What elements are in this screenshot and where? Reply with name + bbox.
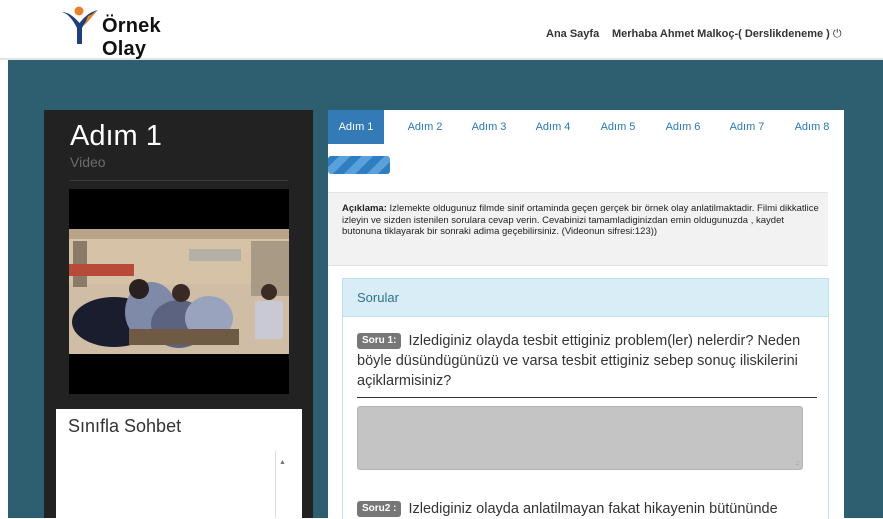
questions-heading: Sorular (357, 290, 399, 305)
top-navbar: Örnek Olay Ana Sayfa Merhaba Ahmet Malko… (0, 0, 883, 60)
question-2-badge: Soru2 : (357, 501, 402, 517)
question-1: Soru 1: Izlediginiz olayda tesbit ettigi… (357, 331, 822, 391)
tab-step-6[interactable]: Adım 6 (654, 110, 712, 144)
tab-step-2[interactable]: Adım 2 (396, 110, 454, 144)
logo-text: Örnek Olay (102, 15, 161, 60)
tab-step-8[interactable]: Adım 8 (783, 110, 841, 144)
video-player[interactable] (69, 189, 289, 394)
class-chat-panel: Sınıfla Sohbet ▲ (56, 409, 302, 518)
chat-title: Sınıfla Sohbet (68, 416, 182, 436)
description-body: Izlemekte oldugunuz filmde sinif ortamin… (342, 203, 819, 238)
nav-home-link[interactable]: Ana Sayfa (546, 28, 599, 40)
logo-figure-icon (62, 6, 98, 44)
answer-1-textarea[interactable]: .: (357, 406, 803, 470)
scroll-up-icon[interactable]: ▲ (279, 459, 286, 466)
questions-header: Sorular (343, 279, 828, 317)
title-divider (70, 180, 288, 181)
tab-step-5[interactable]: Adım 5 (589, 110, 647, 144)
tab-step-4[interactable]: Adım 4 (524, 110, 582, 144)
greeting-text: Merhaba Ahmet Malkoç-( Derslikdeneme ) (612, 28, 830, 40)
description-box: Açıklama: Izlemekte oldugunuz filmde sin… (328, 192, 828, 266)
question-1-badge: Soru 1: (357, 333, 402, 349)
power-icon[interactable]: ⏻ (833, 28, 842, 41)
description-text: Açıklama: Izlemekte oldugunuz filmde sin… (342, 203, 824, 238)
tab-step-1[interactable]: Adım 1 (328, 110, 384, 144)
site-logo[interactable]: Örnek Olay (58, 6, 208, 60)
question-1-text: Izlediginiz olayda tesbit ettiginiz prob… (357, 333, 801, 389)
progress-bar (328, 156, 390, 174)
question-2-text: Izlediginiz olayda anlatilmayan fakat hi… (408, 501, 778, 517)
resize-grip-icon[interactable]: .: (795, 460, 799, 467)
nav-user-greeting[interactable]: Merhaba Ahmet Malkoç-( Derslikdeneme ) ⏻ (612, 28, 842, 41)
content-panel: Adım 1 Adım 2 Adım 3 Adım 4 Adım 5 Adım … (328, 110, 844, 519)
step-tabs: Adım 1 Adım 2 Adım 3 Adım 4 Adım 5 Adım … (328, 110, 844, 144)
question-divider (357, 397, 817, 398)
video-frame (69, 189, 289, 394)
step-title: Adım 1 (70, 120, 162, 152)
step-subtitle: Video (70, 154, 106, 170)
description-label: Açıklama: (342, 203, 387, 214)
chat-scrollbar[interactable]: ▲ (275, 451, 288, 518)
tab-step-3[interactable]: Adım 3 (460, 110, 518, 144)
question-2: Soru2 : Izlediginiz olayda anlatilmayan … (357, 499, 822, 519)
tab-step-7[interactable]: Adım 7 (718, 110, 776, 144)
questions-panel: Sorular Soru 1: Izlediginiz olayda tesbi… (342, 278, 829, 519)
